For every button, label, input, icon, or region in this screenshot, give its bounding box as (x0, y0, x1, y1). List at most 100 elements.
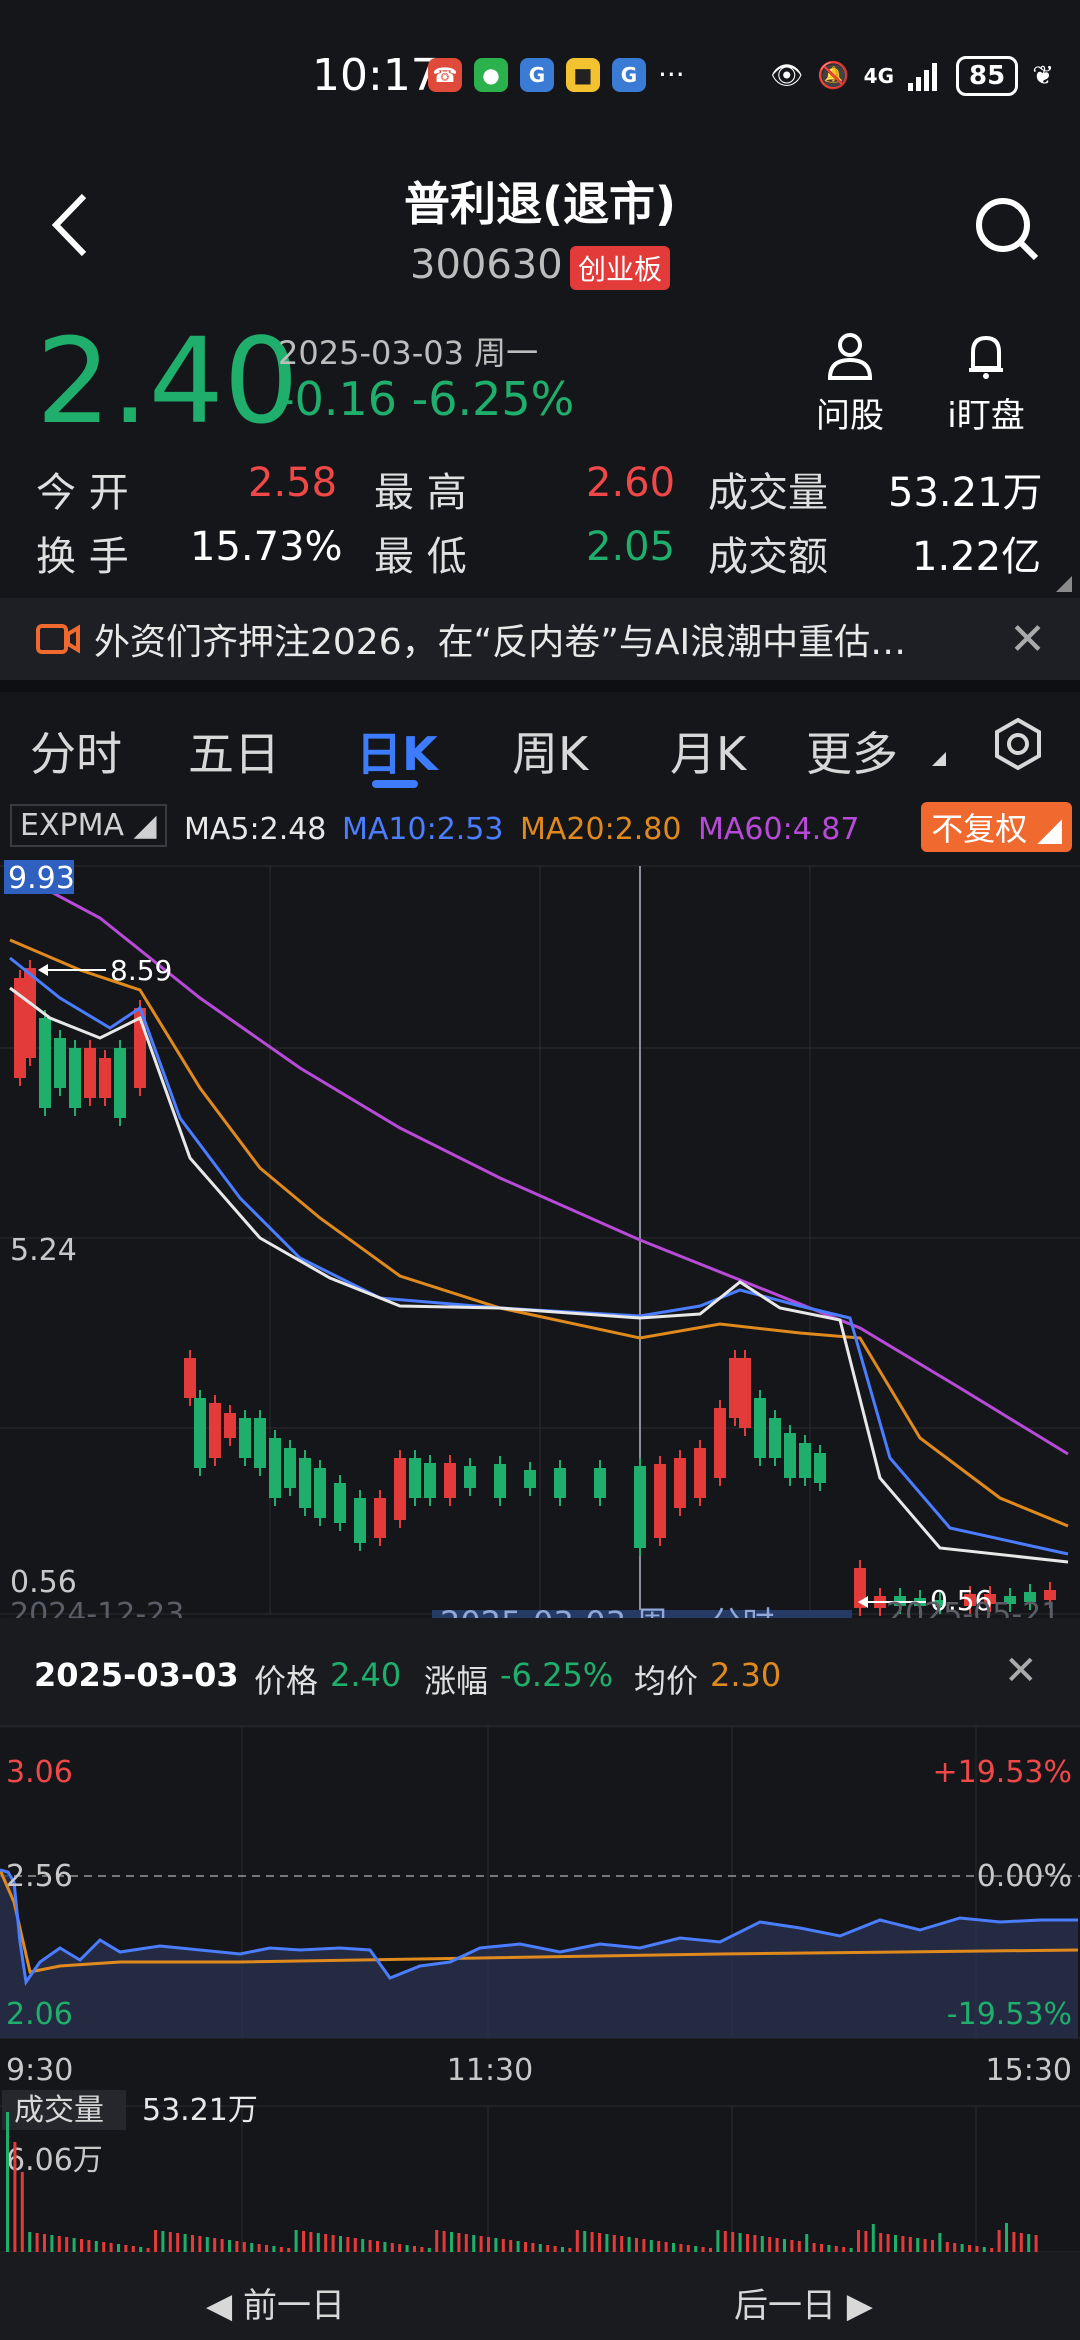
settings-icon[interactable] (990, 716, 1046, 772)
kline-chart[interactable]: 9.93 5.24 0.56 8.59 0.56 2024-12-23 2025… (0, 858, 1080, 1618)
volume-bar (87, 2240, 91, 2252)
candle-body (269, 1438, 281, 1498)
day-navigation: ◀ 前一日 后一日 ▶ (0, 2252, 1080, 2340)
volume-bar (257, 2244, 261, 2252)
ma60-value: MA60:4.87 (698, 812, 860, 847)
volume-bar (405, 2245, 409, 2252)
volume-bar (716, 2230, 720, 2252)
volume-bar (931, 2240, 934, 2252)
tab-more[interactable]: 更多 (806, 718, 898, 784)
volume-bar (494, 2238, 498, 2252)
volume-bar (538, 2244, 542, 2252)
candle-body (254, 1418, 266, 1468)
eye-icon: 👁 (770, 61, 804, 91)
candle-body (84, 1048, 96, 1098)
volume-bar (1034, 2235, 1038, 2252)
price-area (0, 1870, 1078, 2038)
tab-intraday[interactable]: 分时 (30, 718, 122, 784)
volume-bar (827, 2245, 831, 2252)
high-mark-arrow (38, 964, 48, 976)
candle-body (69, 1048, 81, 1108)
candle-body (284, 1448, 296, 1488)
adjust-select[interactable]: 不复权 ◢ (921, 802, 1072, 852)
candle-body (314, 1468, 326, 1518)
watch-button[interactable]: i盯盘 (926, 330, 1046, 437)
dropdown-corner-icon (932, 752, 946, 766)
ask-stock-label: 问股 (816, 396, 884, 436)
y-top-label: 3.06 (6, 1755, 73, 1790)
person-icon (827, 333, 873, 380)
candle-body (424, 1463, 436, 1498)
tab-daily-k[interactable]: 日K (356, 718, 438, 784)
volume-bar (487, 2237, 490, 2252)
volume-bar (161, 2231, 165, 2252)
volume-bar (620, 2236, 624, 2252)
volume-bar (509, 2240, 513, 2252)
high-value: 2.60 (586, 460, 676, 506)
volume-bar (723, 2231, 727, 2252)
tab-monthly-k[interactable]: 月K (670, 718, 746, 784)
volume-bar (80, 2239, 83, 2252)
volume-bar (43, 2234, 46, 2252)
intraday-chart[interactable]: 3.06 2.56 2.06 +19.53% 0.00% -19.53% 9:3… (0, 1722, 1080, 2252)
ma5-line (9, 986, 1069, 1564)
wechat-icon: ● (474, 58, 508, 92)
intraday-price-label: 价格 (254, 1662, 319, 1700)
candle-body (24, 968, 36, 1058)
search-icon[interactable] (972, 194, 1042, 264)
volume-bar (590, 2232, 594, 2252)
volume-bar (516, 2241, 520, 2252)
candle-body (394, 1458, 406, 1520)
low-label: 最 低 (374, 534, 467, 580)
volume-bar (353, 2238, 357, 2252)
battery-level: 85 (956, 56, 1019, 96)
ma10-value: MA10:2.53 (342, 812, 504, 847)
volume-bar (1027, 2234, 1031, 2252)
volume-bar (768, 2237, 772, 2252)
ask-stock-button[interactable]: 问股 (790, 330, 910, 437)
volume-bar (738, 2233, 742, 2252)
next-day-button[interactable]: 后一日 ▶ (734, 2278, 873, 2327)
volume-bar (501, 2239, 505, 2252)
volume-bar (908, 2237, 912, 2252)
close-intraday-icon[interactable]: ✕ (1004, 1648, 1038, 1694)
watch-label: i盯盘 (947, 396, 1025, 436)
volume-bar (464, 2234, 468, 2252)
volume-bar (176, 2233, 180, 2252)
candle-body (674, 1458, 686, 1508)
volume-bar (65, 2237, 69, 2252)
cursor-date-label: 2025-03-03 周一 分时 (440, 1604, 774, 1618)
candle-body (769, 1418, 781, 1458)
volume-bar (664, 2242, 668, 2252)
news-text: 外资们齐押注2026，在“反内卷”与AI浪潮中重估… (94, 622, 907, 663)
indicator-select[interactable]: EXPMA ◢ (10, 804, 167, 847)
volume-bar (242, 2242, 246, 2252)
prev-day-button[interactable]: ◀ 前一日 (206, 2278, 345, 2327)
volume-bar (598, 2233, 601, 2252)
volume-bar (228, 2240, 231, 2252)
volume-bar (398, 2244, 402, 2252)
bell-icon (969, 335, 1003, 379)
candle-body (714, 1408, 726, 1478)
news-banner[interactable]: 外资们齐押注2026，在“反内卷”与AI浪潮中重估… ✕ (0, 598, 1080, 680)
prev-day-label: 前一日 (242, 2286, 345, 2326)
intraday-price: 2.40 (330, 1656, 402, 1694)
volume-bar (871, 2224, 875, 2252)
tab-weekly-k[interactable]: 周K (512, 718, 588, 784)
candle-body (54, 1038, 66, 1088)
volume-bar (117, 2244, 120, 2252)
candle-body (754, 1398, 766, 1458)
tab-five-day[interactable]: 五日 (188, 718, 280, 784)
expand-corner-icon[interactable] (1056, 576, 1072, 592)
ma10-line (9, 956, 1069, 1556)
adjust-label: 不复权 (931, 810, 1028, 848)
date-left-label: 2024-12-23 (10, 1597, 184, 1618)
volume-bar (220, 2239, 224, 2252)
app-icon: ■ (566, 58, 600, 92)
period-tabs: 分时 五日 日K 周K 月K 更多 (0, 692, 1080, 802)
indicator-select-label: EXPMA (20, 808, 125, 843)
stock-title: 普利退(退市) (403, 177, 677, 231)
volume-bar (339, 2236, 342, 2252)
close-news-icon[interactable]: ✕ (1009, 614, 1046, 665)
volume-bar (812, 2243, 816, 2252)
